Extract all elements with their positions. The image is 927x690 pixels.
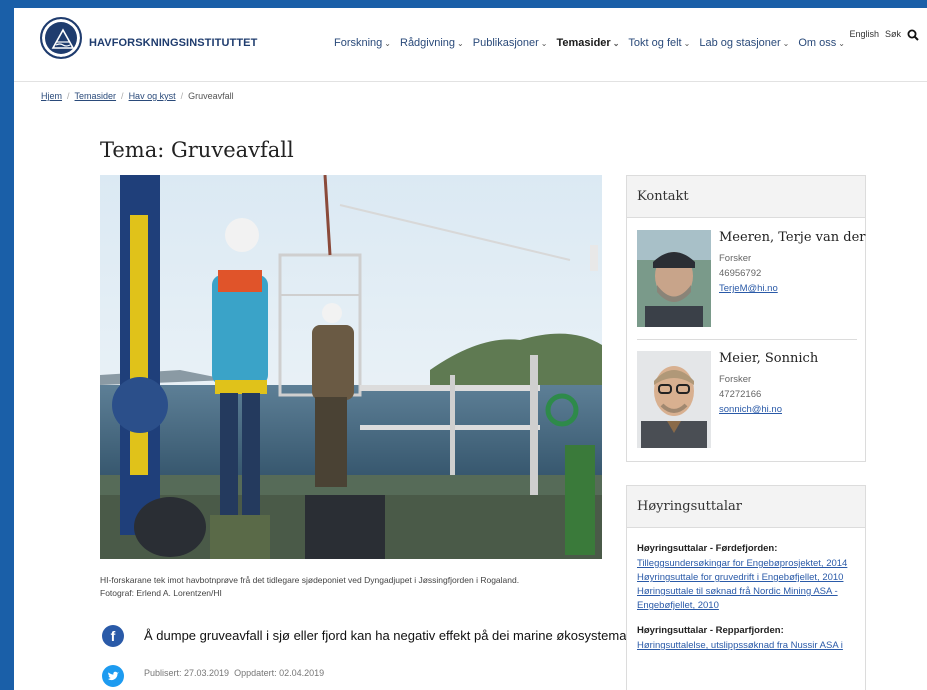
breadcrumb-separator: / (121, 91, 124, 101)
utility-links: English Søk (849, 28, 919, 41)
nav-om-oss[interactable]: Om oss ⌄ (798, 37, 845, 49)
hearing-box: Høyringsuttalar Høyringsuttalar - Førdef… (626, 485, 866, 690)
hearing-group: Høyringsuttalar - Førdefjorden: Tilleggs… (637, 543, 855, 613)
main-nav: Forskning ⌄ Rådgivning ⌄ Publikasjoner ⌄ Te… (334, 37, 845, 49)
hearing-list: Høyringsuttalar - Førdefjorden: Tilleggs… (627, 528, 865, 653)
hearing-box-title: Høyringsuttalar (627, 486, 865, 528)
contact-role: Forsker (719, 374, 752, 385)
nav-tokt-og-felt[interactable]: Tokt og felt ⌄ (628, 37, 690, 49)
nav-publikasjoner[interactable]: Publikasjoner ⌄ (473, 37, 548, 49)
brand-name[interactable]: HAVFORSKNINGSINSTITUTTET (89, 37, 257, 49)
hearing-group-title: Høyringsuttalar - Førdefjorden: (637, 543, 778, 554)
contact-phone: 46956792 (719, 268, 762, 279)
breadcrumb-hav-og-kyst[interactable]: Hav og kyst (129, 91, 176, 101)
search-label[interactable]: Søk (885, 29, 901, 39)
caption-credit: Fotograf: Erlend A. Lorentzen/HI (100, 588, 222, 598)
nav-lab-og-stasjoner[interactable]: Lab og stasjoner ⌄ (699, 37, 789, 49)
published-date: Publisert: 27.03.2019 (144, 668, 230, 678)
nav-radgivning[interactable]: Rådgivning ⌄ (400, 37, 464, 49)
site-header: HAVFORSKNINGSINSTITUTTET Forskning ⌄ Rådg… (14, 8, 927, 82)
contact-email[interactable]: TerjeM@hi.no (719, 281, 866, 296)
breadcrumb-temasider[interactable]: Temasider (75, 91, 117, 101)
hero-photo (100, 175, 602, 559)
breadcrumb-separator: / (180, 91, 184, 101)
hearing-group: Høyringsuttalar - Repparfjorden: Hørings… (637, 625, 855, 653)
breadcrumb: Hjem / Temasider / Hav og kyst / Gruveav… (41, 91, 234, 101)
facebook-icon[interactable]: f (102, 625, 124, 647)
english-link[interactable]: English (849, 29, 879, 39)
divider (637, 339, 857, 340)
contact-name[interactable]: Meeren, Terje van der (719, 230, 866, 245)
contact-box: Kontakt Meeren, Terje van der Forsker 46… (626, 175, 866, 462)
photo-caption: HI-forskarane tek imot havbotnprøve frå … (100, 574, 602, 600)
publish-dates: Publisert: 27.03.2019 Oppdatert: 02.04.2… (144, 668, 324, 678)
chevron-down-icon: ⌄ (782, 39, 790, 48)
hearing-link[interactable]: Høringsuttalelse, utslippssøknad fra Nus… (637, 639, 855, 653)
institute-logo[interactable] (40, 17, 82, 59)
breadcrumb-current: Gruveavfall (188, 91, 234, 101)
chevron-down-icon: ⌄ (612, 39, 620, 48)
hearing-link[interactable]: Tilleggsundersøkingar for Engebøprosjekt… (637, 557, 855, 571)
updated-date: Oppdatert: 02.04.2019 (234, 668, 325, 678)
contact-card: Meier, Sonnich Forsker 47272166 sonnich@… (637, 351, 857, 451)
hearing-link[interactable]: Høringsuttale til søknad frå Nordic Mini… (637, 585, 855, 599)
chevron-down-icon: ⌄ (457, 39, 464, 48)
contact-card: Meeren, Terje van der Forsker 46956792 T… (637, 230, 866, 330)
contact-phone: 47272166 (719, 389, 762, 400)
nav-forskning[interactable]: Forskning ⌄ (334, 37, 391, 49)
page-title: Tema: Gruveavfall (100, 138, 294, 162)
contact-info: Meier, Sonnich Forsker 47272166 sonnich@… (719, 351, 818, 417)
contact-email[interactable]: sonnich@hi.no (719, 402, 818, 417)
chevron-down-icon: ⌄ (384, 39, 391, 48)
chevron-down-icon: ⌄ (540, 39, 548, 48)
contact-info: Meeren, Terje van der Forsker 46956792 T… (719, 230, 866, 296)
caption-text: HI-forskarane tek imot havbotnprøve frå … (100, 575, 520, 585)
breadcrumb-separator: / (67, 91, 70, 101)
avatar (637, 230, 711, 327)
avatar (637, 351, 711, 448)
contact-box-title: Kontakt (627, 176, 865, 218)
chevron-down-icon: ⌄ (683, 39, 691, 48)
hearing-link[interactable]: Høyringsuttale for gruvedrift i Engebøfj… (637, 571, 855, 585)
hearing-link[interactable]: Engebøfjellet, 2010 (637, 599, 855, 613)
twitter-icon[interactable] (102, 665, 124, 687)
search-icon[interactable] (907, 28, 919, 41)
page: HAVFORSKNINGSINSTITUTTET Forskning ⌄ Rådg… (14, 8, 927, 690)
lead-paragraph: Å dumpe gruveavfall i sjø eller fjord ka… (144, 628, 631, 643)
nav-temasider[interactable]: Temasider ⌄ (557, 37, 620, 49)
contact-name[interactable]: Meier, Sonnich (719, 351, 818, 366)
contact-role: Forsker (719, 253, 752, 264)
chevron-down-icon: ⌄ (838, 39, 845, 48)
breadcrumb-home[interactable]: Hjem (41, 91, 62, 101)
hearing-group-title: Høyringsuttalar - Repparfjorden: (637, 625, 784, 636)
